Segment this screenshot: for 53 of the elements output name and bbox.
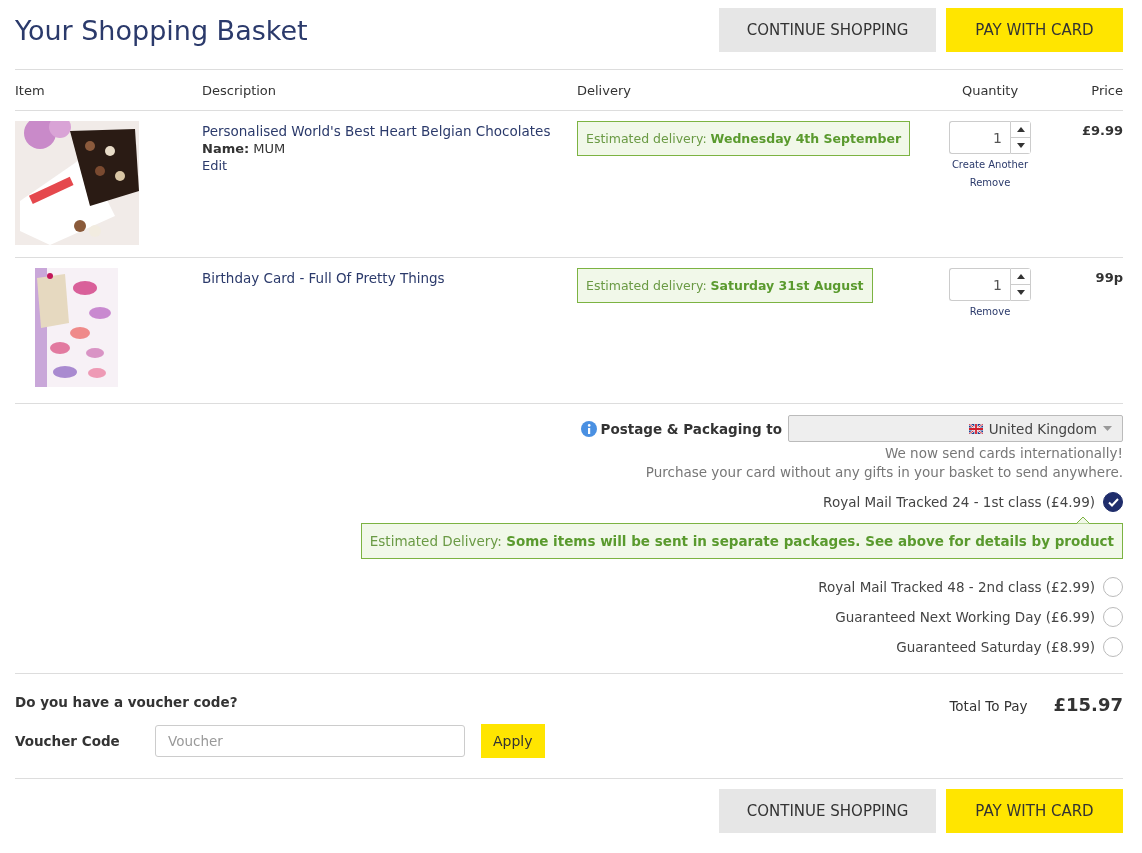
continue-button[interactable]: CONTINUE SHOPPING [719,8,936,52]
continue-button[interactable]: CONTINUE SHOPPING [719,789,936,833]
postage-note: Purchase your card without any gifts in your basket to send anywhere. [645,464,1123,480]
caret-icon [1103,426,1112,431]
pay-button[interactable]: PAY WITH CARD [946,8,1123,52]
edit-link[interactable]: Edit [202,158,228,173]
total-amount: £15.97 [1053,694,1123,715]
delivery-estimate: Estimated delivery: Saturday 31st August [577,268,873,303]
item-link[interactable]: Create Another [951,157,1029,172]
check-icon [1107,497,1119,507]
radio-button[interactable] [1103,607,1123,627]
voucher-question: Do you have a voucher code? [15,694,239,710]
apply-button[interactable]: Apply [481,724,545,758]
column-header: Delivery [577,82,632,98]
postage-note: We now send cards internationally! [884,445,1123,461]
price: 99p [1095,270,1123,285]
page-title: Your Shopping Basket [15,14,308,46]
country-dropdown[interactable]: United Kingdom [788,415,1123,442]
item-link[interactable]: Remove [969,304,1011,319]
total-label: Total To Pay [949,698,1028,714]
product-link[interactable]: Birthday Card - Full Of Pretty Things [202,270,445,286]
delivery-estimate: Estimated Delivery: Some items will be sent in separate packages. See above for details by product [360,523,1123,559]
down-arrow-icon [1016,290,1025,295]
postage-option[interactable]: Royal Mail Tracked 48 - 2nd class (£2.99) [818,579,1095,595]
column-header: Price [1090,82,1123,98]
up-arrow-icon [1016,127,1025,132]
quantity-field[interactable]: 1 [949,121,1010,154]
flag-icon [968,423,983,434]
voucher-field[interactable]: Voucher [155,725,465,757]
postage-option[interactable]: Guaranteed Saturday (£8.99) [896,639,1095,655]
personalisation-text: Name: MUM [202,141,286,156]
column-header: Description [202,82,278,98]
column-header: Quantity [960,82,1020,98]
postage-label: Postage & Packaging to [600,420,782,437]
radio-button[interactable] [1103,637,1123,657]
pointer-arrow [1076,516,1090,524]
quantity-field[interactable]: 1 [949,268,1010,301]
radio-button[interactable] [1103,577,1123,597]
column-header: Item [15,82,46,98]
item-link[interactable]: Remove [969,175,1011,190]
product-link[interactable]: Personalised World's Best Heart Belgian Chocolates [202,123,551,139]
up-arrow-icon [1016,274,1025,279]
price: £9.99 [1081,123,1123,138]
postage-option[interactable]: Royal Mail Tracked 24 - 1st class (£4.99) [823,494,1095,510]
decrease-button[interactable] [1011,284,1030,300]
postage-option[interactable]: Guaranteed Next Working Day (£6.99) [835,609,1095,625]
pay-button[interactable]: PAY WITH CARD [946,789,1123,833]
voucher-label: Voucher Code [15,733,121,749]
down-arrow-icon [1016,143,1025,148]
radio-button[interactable] [1103,492,1123,512]
decrease-button[interactable] [1011,137,1030,153]
info-icon[interactable] [580,420,597,437]
delivery-estimate: Estimated delivery: Wednesday 4th September [577,121,911,156]
